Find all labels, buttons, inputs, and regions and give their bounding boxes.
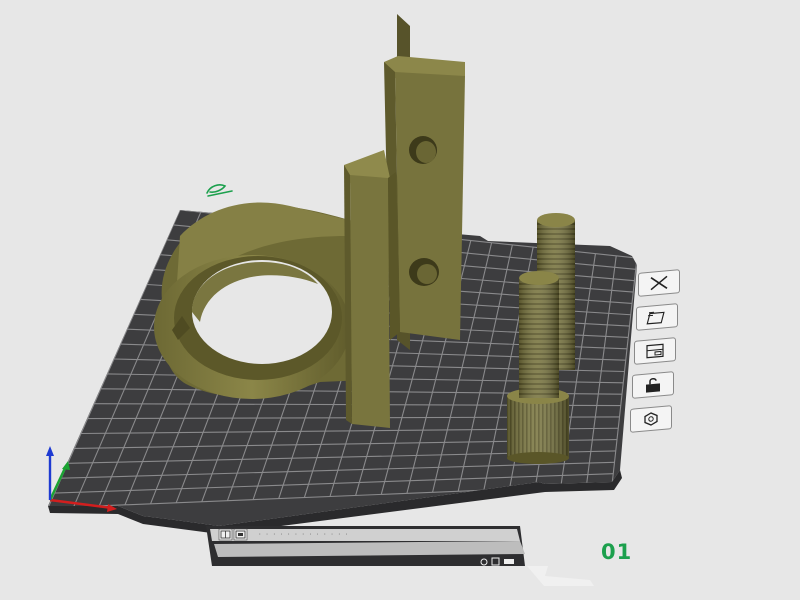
arrange-button[interactable] xyxy=(636,303,678,331)
plate-settings-button[interactable] xyxy=(634,337,676,365)
model-pipe-clamp[interactable] xyxy=(154,202,366,399)
axis-z-arrow xyxy=(46,446,54,456)
plate-settings-icon xyxy=(644,342,666,360)
bracket-back-plate xyxy=(395,72,465,340)
select-all-button[interactable] xyxy=(630,405,672,433)
plate-footer-text: · · · · · · · · · · · · · xyxy=(258,531,349,538)
hexagon-icon xyxy=(640,410,662,428)
close-icon xyxy=(648,274,670,292)
plate-origin-marker-icon xyxy=(206,184,233,197)
lock-plate-button[interactable] xyxy=(632,371,674,399)
arrange-icon xyxy=(645,308,669,326)
unlock-icon xyxy=(642,376,664,394)
plate-corner-mark xyxy=(527,566,594,586)
plate-index-label: 01 xyxy=(601,540,633,564)
delete-plate-button[interactable] xyxy=(638,269,680,297)
bracket-front-plate xyxy=(350,175,390,428)
plate-more-icon[interactable] xyxy=(504,559,514,564)
plate-side-toolbar xyxy=(626,267,698,433)
